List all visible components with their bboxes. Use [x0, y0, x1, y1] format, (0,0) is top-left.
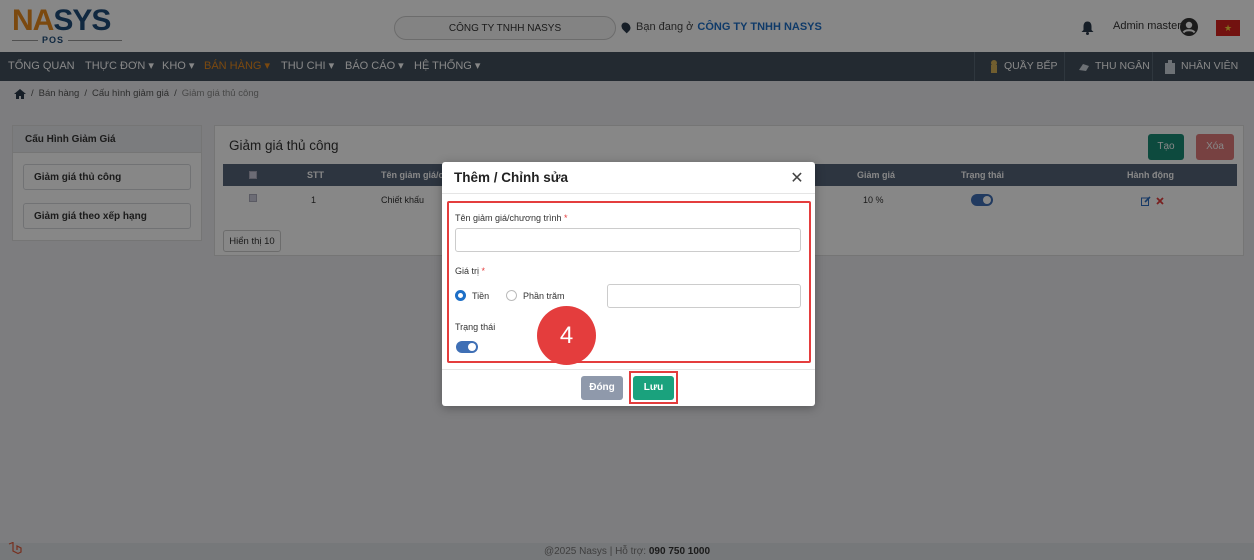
required-mark: *	[481, 266, 486, 276]
radio-percent-label[interactable]: Phần trăm	[523, 291, 565, 301]
radio-percent[interactable]	[506, 290, 517, 301]
modal-title: Thêm / Chỉnh sửa	[454, 170, 569, 185]
value-field-label: Giá trị *	[455, 266, 485, 276]
value-field-label-text: Giá trị	[455, 266, 480, 276]
highlight-form-box	[447, 201, 811, 363]
name-field-label-text: Tên giảm giá/chương trình	[455, 213, 562, 223]
discount-amount-input[interactable]	[607, 284, 801, 308]
required-mark: *	[564, 213, 568, 223]
save-button[interactable]: Lưu	[633, 376, 674, 400]
step-number-badge: 4	[537, 306, 596, 365]
name-field-label: Tên giảm giá/chương trình *	[455, 213, 568, 223]
discount-name-input[interactable]	[455, 228, 801, 252]
status-label: Trạng thái	[455, 322, 496, 332]
radio-money[interactable]	[455, 290, 466, 301]
add-edit-modal: Thêm / Chỉnh sửa ✕ Tên giảm giá/chương t…	[442, 162, 815, 406]
close-button[interactable]: Đóng	[581, 376, 623, 400]
close-icon[interactable]: ✕	[790, 168, 804, 188]
radio-money-label[interactable]: Tiền	[472, 291, 489, 301]
status-toggle[interactable]	[456, 341, 478, 353]
